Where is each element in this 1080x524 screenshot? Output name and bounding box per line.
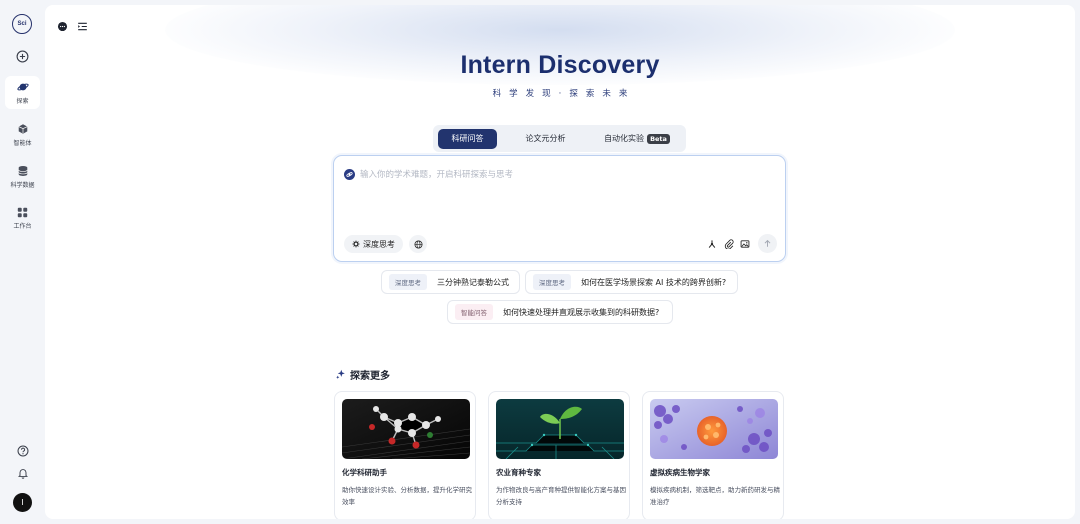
suggestion-chip[interactable]: 智能问答 如何快速处理并直观展示收集到的科研数据? <box>447 300 673 324</box>
suggestion-text: 如何快速处理并直观展示收集到的科研数据? <box>503 307 660 317</box>
send-button[interactable] <box>758 234 777 253</box>
agent-card-chemistry[interactable]: 化学科研助手 助你快速设计实验、分析数据，提升化学研究效率 <box>334 391 476 519</box>
chat-history-button[interactable] <box>57 17 68 36</box>
help-icon <box>17 445 28 457</box>
sidebar-item-science-data[interactable]: 科学数据 <box>5 165 40 189</box>
tab-automated-experiment[interactable]: 自动化实验 Beta <box>594 129 680 149</box>
suggestion-chip[interactable]: 深度思考 如何在医学场景探索 AI 技术的跨界创新? <box>525 270 738 294</box>
suggestion-tag: 深度思考 <box>389 274 427 290</box>
planet-icon <box>16 83 29 91</box>
cell-illustration <box>650 399 778 459</box>
plus-circle-icon <box>16 50 29 63</box>
main-panel: Intern Discovery 科学发现·探索未来 科研问答 论文元分析 自动… <box>45 5 1075 519</box>
query-input-box[interactable]: 输入你的学术难题，开启科研探索与思考 深度思考 <box>333 155 786 262</box>
sparkle-icon <box>336 369 345 379</box>
chat-bubble-icon <box>57 21 68 32</box>
globe-icon <box>414 240 422 248</box>
beta-badge: Beta <box>647 133 670 144</box>
card-title: 虚拟疾病生物学家 <box>650 468 710 477</box>
avatar-initial: I <box>21 498 24 507</box>
suggestion-chip[interactable]: 深度思考 三分钟熟记泰勒公式 <box>381 270 520 294</box>
agent-card-disease-biologist[interactable]: 虚拟疾病生物学家 模拟疾病机制，筛选靶点，助力新药研发与精准治疗 <box>642 391 784 519</box>
sidebar-item-label: 科学数据 <box>10 183 35 189</box>
sidebar: Sci 探索 智能体 科学数据 工作台 I <box>0 0 45 524</box>
avatar[interactable]: I <box>13 493 32 512</box>
cube-icon <box>18 124 27 134</box>
suggestion-text: 三分钟熟记泰勒公式 <box>437 277 509 287</box>
attach-file-button[interactable] <box>722 237 736 251</box>
suggestion-tag: 智能问答 <box>455 304 493 320</box>
tab-research-qa[interactable]: 科研问答 <box>438 128 497 149</box>
page-title: Intern Discovery <box>460 51 660 79</box>
notifications-button[interactable] <box>5 467 40 479</box>
suggestion-tag: 深度思考 <box>533 274 571 290</box>
tab-label: 自动化实验 <box>604 134 645 143</box>
sidebar-item-label: 智能体 <box>13 141 32 147</box>
agent-card-agriculture[interactable]: 农业育种专家 为作物改良与高产育种提供智能化方案与基因分析支持 <box>488 391 630 519</box>
mode-tabs: 科研问答 论文元分析 自动化实验 Beta <box>433 125 686 152</box>
tools-button[interactable] <box>705 237 719 251</box>
sidebar-item-workbench[interactable]: 工作台 <box>5 207 40 230</box>
suggestion-text: 如何在医学场景探索 AI 技术的跨界创新? <box>581 277 727 287</box>
molecule-icon <box>708 240 716 248</box>
upload-image-button[interactable] <box>738 237 752 251</box>
menu-collapse-icon <box>78 22 87 31</box>
tab-label: 论文元分析 <box>525 134 566 143</box>
card-description: 模拟疾病机制，筛选靶点，助力新药研发与精准治疗 <box>650 486 780 506</box>
toggle-sidebar-button[interactable] <box>77 17 88 36</box>
gear-icon <box>352 240 360 248</box>
sprout-illustration <box>496 399 624 459</box>
bell-icon <box>17 469 28 479</box>
app-logo[interactable]: Sci <box>12 14 32 34</box>
web-search-toggle[interactable] <box>409 235 427 253</box>
arrow-up-icon <box>764 239 771 247</box>
top-toolbar <box>57 17 88 36</box>
deep-think-toggle[interactable]: 深度思考 <box>344 235 403 253</box>
logo-text: Sci <box>17 21 27 27</box>
sidebar-item-agents[interactable]: 智能体 <box>5 123 40 147</box>
assistant-icon <box>344 169 355 180</box>
deep-think-label: 深度思考 <box>363 239 395 249</box>
image-icon <box>740 240 750 248</box>
paperclip-icon <box>724 239 734 249</box>
explore-title: 探索更多 <box>350 371 390 382</box>
card-description: 助你快速设计实验、分析数据，提升化学研究效率 <box>342 486 472 506</box>
grid-icon <box>17 207 28 218</box>
database-icon <box>17 166 28 176</box>
help-button[interactable] <box>5 445 40 457</box>
tab-meta-analysis[interactable]: 论文元分析 <box>497 129 594 149</box>
sidebar-item-label: 工作台 <box>13 224 32 230</box>
new-chat-button[interactable] <box>5 50 40 63</box>
molecule-illustration <box>342 399 470 459</box>
tab-label: 科研问答 <box>451 134 484 143</box>
sidebar-item-explore[interactable]: 探索 <box>5 76 40 109</box>
page-subtitle: 科学发现·探索未来 <box>492 89 636 99</box>
card-title: 化学科研助手 <box>342 468 387 477</box>
card-description: 为作物改良与高产育种提供智能化方案与基因分析支持 <box>496 486 626 506</box>
card-title: 农业育种专家 <box>496 468 541 477</box>
query-input[interactable]: 输入你的学术难题，开启科研探索与思考 <box>360 168 513 180</box>
explore-more-heading: 探索更多 <box>335 367 390 382</box>
sidebar-item-label: 探索 <box>16 99 29 105</box>
